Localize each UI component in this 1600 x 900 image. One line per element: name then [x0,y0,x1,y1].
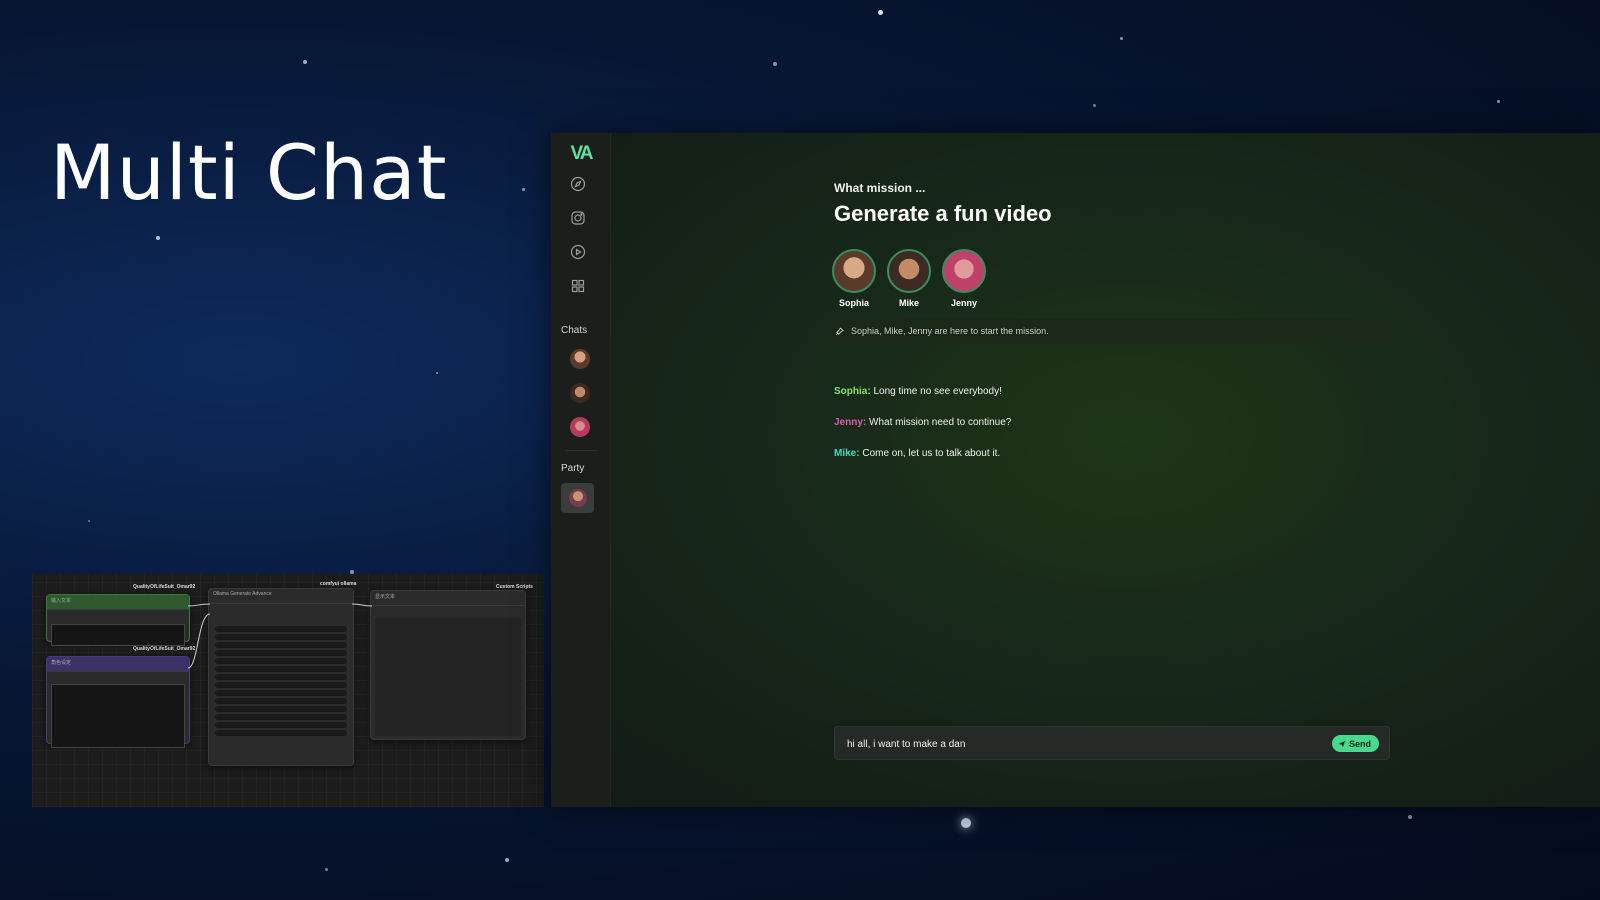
member-mike[interactable]: Mike [886,249,932,308]
node-links [187,603,373,669]
member-name: Jenny [950,298,977,308]
send-label: Send [1348,738,1371,749]
member-sophia[interactable]: Sophia [831,249,877,308]
avatar [887,249,931,293]
chat-message: Jenny: What mission need to continue? [834,417,1011,428]
member-name: Sophia [838,298,869,308]
avatar [832,249,876,293]
headline: Multi Chat [50,128,448,217]
message-author: Jenny: [834,417,867,428]
node-editor-preview: QualityOfLifeSuit_Omar92 QualityOfLifeSu… [32,574,544,807]
mission-title: Generate a fun video [834,201,1052,226]
message-text: Long time no see everybody! [870,386,1002,397]
system-message-text: Sophia, Mike, Jenny are here to start th… [851,326,1049,336]
message-text: What mission need to continue? [866,417,1012,428]
chat-avatar-jenny[interactable] [570,417,590,437]
play-icon[interactable] [567,241,589,263]
party-avatar [568,489,587,507]
sidebar: VA Chats Party [551,133,611,807]
member-jenny[interactable]: Jenny [941,249,987,308]
explore-icon[interactable] [567,173,589,195]
message-author: Sophia: [834,386,871,397]
member-name: Mike [898,298,919,308]
pin-icon [835,326,845,336]
instagram-icon[interactable] [567,207,589,229]
chat-message: Mike: Come on, let us to talk about it. [834,448,1000,459]
apps-icon[interactable] [567,275,589,297]
party-item[interactable] [561,483,594,513]
chats-section-label: Chats [561,325,588,336]
chat-message: Sophia: Long time no see everybody! [834,386,1002,397]
avatar [942,249,986,293]
message-composer: Send [834,726,1390,760]
message-input[interactable] [845,733,1309,755]
send-icon [1338,740,1346,747]
party-section-label: Party [561,463,585,474]
sidebar-divider [565,450,597,451]
send-button[interactable]: Send [1331,735,1379,752]
message-text: Come on, let us to talk about it. [859,448,1001,459]
system-message: Sophia, Mike, Jenny are here to start th… [827,318,1391,344]
mission-prompt: What mission ... [834,181,926,195]
message-author: Mike: [834,448,860,459]
chat-avatar-sophia[interactable] [570,349,590,369]
app-logo[interactable]: VA [566,141,596,167]
chat-avatar-mike[interactable] [570,383,590,403]
app-window: VA Chats Party What mission ... Generate… [551,133,1600,807]
